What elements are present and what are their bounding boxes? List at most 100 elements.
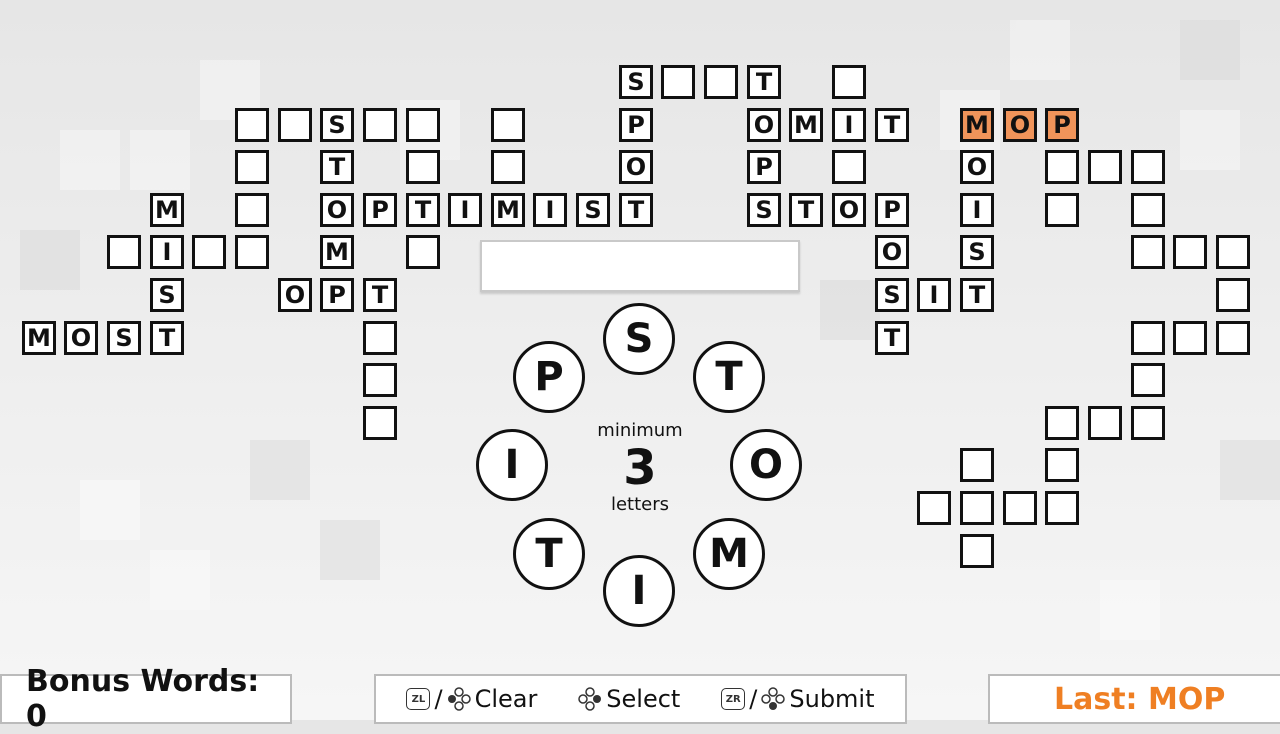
grid-cell-empty [1045,491,1079,525]
grid-cell-empty [1045,448,1079,482]
dpad-icon [447,687,471,711]
grid-cell-o: O [1003,108,1037,142]
grid-cell-empty [363,406,397,440]
grid-cell-s: S [960,235,994,269]
letter-button-s[interactable]: S [603,303,675,375]
letter-button-m[interactable]: M [693,518,765,590]
last-word: Last: MOP [1054,681,1226,717]
grid-cell-t: T [150,321,184,355]
grid-cell-i: I [150,235,184,269]
grid-cell-empty [235,150,269,184]
grid-cell-empty [1131,193,1165,227]
grid-cell-empty [235,193,269,227]
grid-cell-t: T [619,193,653,227]
grid-cell-empty [1045,193,1079,227]
grid-cell-empty [1173,321,1207,355]
letter-button-t[interactable]: T [513,518,585,590]
grid-cell-p: P [619,108,653,142]
grid-cell-empty [1216,278,1250,312]
grid-cell-o: O [64,321,98,355]
submit-control[interactable]: ZR / Submit [721,685,875,713]
grid-cell-empty [363,108,397,142]
letter-button-i[interactable]: I [603,555,675,627]
grid-cell-p: P [320,278,354,312]
grid-cell-empty [235,108,269,142]
grid-cell-empty [960,491,994,525]
last-word-panel: Last: MOP [988,674,1280,724]
grid-cell-s: S [747,193,781,227]
clear-control[interactable]: ZL / Clear [406,685,537,713]
grid-cell-empty [406,235,440,269]
grid-cell-o: O [320,193,354,227]
grid-cell-empty [1088,150,1122,184]
grid-cell-p: P [875,193,909,227]
dpad-icon [578,687,602,711]
minimum-label: minimum [597,420,683,441]
grid-cell-o: O [832,193,866,227]
grid-cell-empty [363,363,397,397]
grid-cell-i: I [448,193,482,227]
select-label: Select [606,685,681,713]
grid-cell-p: P [363,193,397,227]
grid-cell-empty [1131,363,1165,397]
grid-cell-empty [278,108,312,142]
grid-cell-o: O [960,150,994,184]
grid-cell-o: O [278,278,312,312]
grid-cell-empty [491,150,525,184]
grid-cell-empty [235,235,269,269]
grid-cell-empty [832,150,866,184]
grid-cell-empty [192,235,226,269]
grid-cell-t: T [747,65,781,99]
grid-cell-empty [1131,321,1165,355]
grid-cell-o: O [747,108,781,142]
grid-cell-empty [1131,406,1165,440]
grid-cell-s: S [150,278,184,312]
grid-cell-empty [960,534,994,568]
grid-cell-empty [1131,235,1165,269]
grid-cell-i: I [960,193,994,227]
grid-cell-empty [491,108,525,142]
grid-cell-empty [1216,321,1250,355]
grid-cell-m: M [150,193,184,227]
grid-cell-t: T [363,278,397,312]
grid-cell-empty [1173,235,1207,269]
grid-cell-m: M [320,235,354,269]
dpad-icon [761,687,786,710]
grid-cell-t: T [789,193,823,227]
letters-label: letters [610,494,670,515]
minimum-number: 3 [623,440,657,496]
grid-cell-o: O [875,235,909,269]
grid-cell-empty [1003,491,1037,525]
grid-cell-empty [363,321,397,355]
grid-cell-m: M [960,108,994,142]
select-control[interactable]: Select [578,685,680,713]
grid-cell-s: S [576,193,610,227]
grid-cell-p: P [1045,108,1079,142]
grid-cell-empty [406,150,440,184]
grid-cell-s: S [320,108,354,142]
grid-cell-empty [917,491,951,525]
letter-button-i[interactable]: I [476,429,548,501]
controls-panel: ZL / Clear Select ZR / Submit [374,674,907,724]
grid-cell-empty [832,65,866,99]
grid-cell-s: S [875,278,909,312]
zr-button-icon: ZR [721,688,746,710]
grid-cell-empty [661,65,695,99]
grid-cell-empty [1088,406,1122,440]
grid-cell-m: M [789,108,823,142]
letter-button-p[interactable]: P [513,341,585,413]
slash-separator: / [749,685,758,713]
grid-cell-empty [1216,235,1250,269]
grid-cell-empty [1131,150,1165,184]
grid-cell-empty [107,235,141,269]
grid-cell-i: I [917,278,951,312]
minimum-letters-indicator: minimum 3 letters [580,420,700,516]
letter-button-o[interactable]: O [730,429,802,501]
grid-cell-empty [960,448,994,482]
grid-cell-i: I [832,108,866,142]
current-word-display [480,240,800,292]
letter-button-t[interactable]: T [693,341,765,413]
grid-cell-i: I [533,193,567,227]
grid-cell-t: T [406,193,440,227]
grid-cell-s: S [107,321,141,355]
